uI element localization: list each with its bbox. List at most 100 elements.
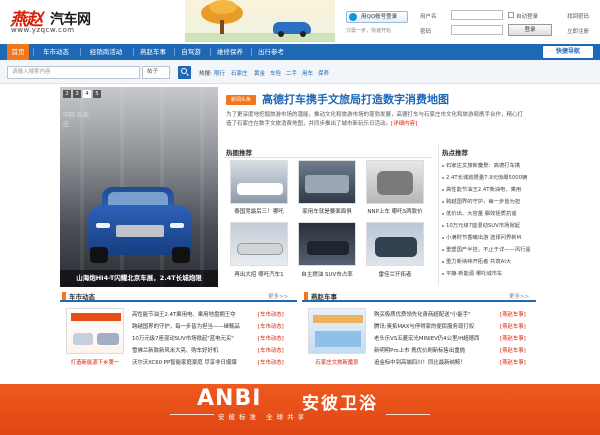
news-line[interactable]: 追金标中到高端四川！同比最新纳鲸！	[374, 358, 494, 366]
find-password-link[interactable]: 找回密码	[567, 12, 589, 20]
site-url: www.yzqcw.com	[11, 26, 75, 34]
news-line[interactable]: 购买极质优质领先化身商超配送"小能手"	[374, 310, 494, 318]
news-line[interactable]: 腾讯:奥拓MAX与停得家的便民服务现打权	[374, 322, 494, 330]
search-input[interactable]: 请输入搜索内容	[7, 66, 140, 79]
news-tag[interactable]: [车市动态]	[258, 322, 284, 330]
hot-tag[interactable]: 用车	[302, 69, 313, 77]
slide-indicator[interactable]: 2	[63, 90, 71, 98]
news-section-title: 车市动态	[69, 293, 95, 301]
list-item[interactable]: 低价出、大容量 飘效钜质抗谣	[442, 209, 536, 217]
news-tag[interactable]: [车市动态]	[258, 310, 284, 318]
headline-more-link[interactable]: [详细内容]	[391, 121, 417, 127]
password-input[interactable]	[451, 25, 503, 35]
login-button[interactable]: 登录	[508, 24, 552, 36]
thumb-image[interactable]	[366, 222, 424, 266]
story-section-header	[302, 290, 536, 302]
news-line[interactable]: 老头乐VS五菱宏光MINIEV仍4公里/H超德西	[374, 334, 494, 342]
thumb-caption[interactable]: 自主燃油 SUV市占率	[295, 270, 359, 278]
search-button[interactable]	[178, 66, 191, 79]
list-item[interactable]: 高性能节油王2.4T柴油电、乘用	[442, 185, 536, 193]
thumb-image[interactable]	[298, 160, 356, 204]
slide-indicator[interactable]: 3	[73, 90, 81, 98]
thumb-caption[interactable]: 泰国竞最后三！哪吒	[227, 207, 291, 215]
nav-item-maintenance[interactable]: 維修保养	[214, 44, 246, 60]
story-promo-caption[interactable]: 石家庄文旅新魔景	[305, 358, 369, 366]
news-tag[interactable]: [燕赵车事]	[500, 346, 526, 354]
news-tag[interactable]: [燕赵车事]	[500, 358, 526, 366]
list-item[interactable]: 重力新纳纬开拓者 共筑AI大	[442, 257, 536, 265]
qq-icon	[349, 13, 357, 21]
username-input[interactable]	[451, 10, 503, 20]
thumb-caption[interactable]: 家用车就是要面面俱	[295, 207, 359, 215]
hot-tag[interactable]: 限行	[214, 69, 225, 77]
headline-description: 为了更深度地挖掘旅游市场的潜能，推动文化和旅游市场的蓬勃发展，高德打车与石家庄市…	[226, 111, 526, 128]
password-label: 密码	[420, 29, 432, 35]
hot-recommend-header	[224, 145, 432, 158]
news-more-link[interactable]: 更多>>	[268, 292, 288, 300]
register-link[interactable]: 立即注册	[567, 27, 589, 35]
list-item[interactable]: 2.4T长城炮限量7.9元惊爆5000辆	[442, 173, 536, 181]
news-promo-image[interactable]	[66, 308, 124, 354]
thumb-image[interactable]	[230, 160, 288, 204]
hot-search-label: 热搜:	[199, 71, 212, 77]
autologin-checkbox[interactable]	[508, 12, 514, 18]
news-tag[interactable]: [燕赵车事]	[500, 322, 526, 330]
list-item[interactable]: 石家庄文旅新魔景：高德打车携	[442, 161, 536, 169]
thumb-caption[interactable]: 再出大招 哪吒汽车1	[227, 270, 291, 278]
news-line[interactable]: 高性能节油王2.4T乘用电、乘用地盘拥王夺	[132, 310, 252, 318]
news-promo-caption[interactable]: 打造新能源下乡第一	[63, 358, 127, 366]
headline-desc-text: 为了更深度地挖掘旅游市场的潜能，推动文化和旅游市场的蓬勃发展，高德打车与石家庄市…	[226, 112, 524, 127]
headline-title[interactable]: 高德打车携手文旅局打造数字消费地图	[262, 91, 449, 107]
ad-brand-name: 安彼卫浴	[302, 394, 378, 414]
news-line[interactable]: 跨越国界的守护，每一步皆为担当——继甄品	[132, 322, 252, 330]
list-item[interactable]: 平静·新能源 哪吒城市车	[442, 269, 536, 277]
list-item[interactable]: 10万元级7座混动SUV市场掀起	[442, 221, 536, 229]
thumb-image[interactable]	[298, 222, 356, 266]
hot-tag[interactable]: 车险	[270, 69, 281, 77]
nav-item-home[interactable]: 首页	[7, 44, 29, 60]
section-marker-icon	[62, 292, 66, 300]
anbi-ad-banner[interactable]	[0, 384, 600, 435]
nav-item-market[interactable]: 车市动态	[37, 44, 75, 60]
hot-tag[interactable]: 黄金	[254, 69, 265, 77]
thumb-image[interactable]	[230, 222, 288, 266]
nav-item-dealer[interactable]: 经销商活动	[84, 44, 128, 60]
list-item[interactable]: 跨越国界的守护，每一步皆为担	[442, 197, 536, 205]
slide-caption[interactable]: 山海炮HI4-T闪耀北京车展，2.4T长城炮限	[60, 270, 218, 287]
ad-brand-logo: ANBI	[197, 386, 262, 411]
story-section-title: 燕赵车事	[311, 293, 337, 301]
hot-tag[interactable]: 保养	[318, 69, 329, 77]
story-promo-image[interactable]	[308, 308, 366, 354]
news-tag[interactable]: [车市动态]	[258, 334, 284, 342]
hot-recommend-title: 热图推荐	[226, 149, 252, 157]
nav-item-roadtrip[interactable]: 自驾游	[178, 44, 204, 60]
hot-tag[interactable]: 二手	[286, 69, 297, 77]
news-line[interactable]: 雪佛兰新款新风米大亮、购车好好机	[132, 346, 252, 354]
news-tag[interactable]: [车市动态]	[258, 346, 284, 354]
news-section-header	[60, 290, 297, 302]
quick-nav-button[interactable]: 快捷导航	[543, 46, 593, 58]
header-banner-image	[185, 0, 335, 42]
story-more-link[interactable]: 更多>>	[509, 292, 529, 300]
list-item[interactable]: 重塑国产半挂，不止于详——风行星	[442, 245, 536, 253]
slide-indicator-active[interactable]: 4	[83, 90, 91, 98]
thumb-caption[interactable]: 雷佳兰开拓者	[363, 270, 427, 278]
ad-divider	[170, 414, 214, 415]
slide-indicator[interactable]: 5	[93, 90, 101, 98]
news-line[interactable]: 沃尔沃XC60 PP智能家庭豪庭 尽享非日爆爆	[132, 358, 252, 366]
username-label: 用户名	[420, 14, 437, 20]
search-type-select[interactable]: 帖子	[142, 66, 170, 79]
news-line[interactable]: 10万元级7座混动SUV市场掀起"蓝电元买"	[132, 334, 252, 342]
news-tag[interactable]: [燕赵车事]	[500, 310, 526, 318]
nav-item-travel[interactable]: 出行参考	[255, 44, 287, 60]
news-tag[interactable]: [车市动态]	[258, 358, 284, 366]
ad-divider	[386, 414, 430, 415]
hot-tag[interactable]: 石家庄	[231, 69, 248, 77]
thumb-image[interactable]	[366, 160, 424, 204]
news-line[interactable]: 新明明Pro上市 携优价刷新标售出重抛	[374, 346, 494, 354]
main-nav: 首页 车市动态 经销商活动 燕赵车事 自驾游 維修保养 出行参考	[0, 44, 600, 60]
list-item[interactable]: 小满时节香曦出游 选择问界新M	[442, 233, 536, 241]
nav-item-yanzhao[interactable]: 燕赵车事	[137, 44, 169, 60]
thumb-caption[interactable]: NNP上车 哪吒S两款价	[363, 207, 427, 215]
news-tag[interactable]: [燕赵车事]	[500, 334, 526, 342]
